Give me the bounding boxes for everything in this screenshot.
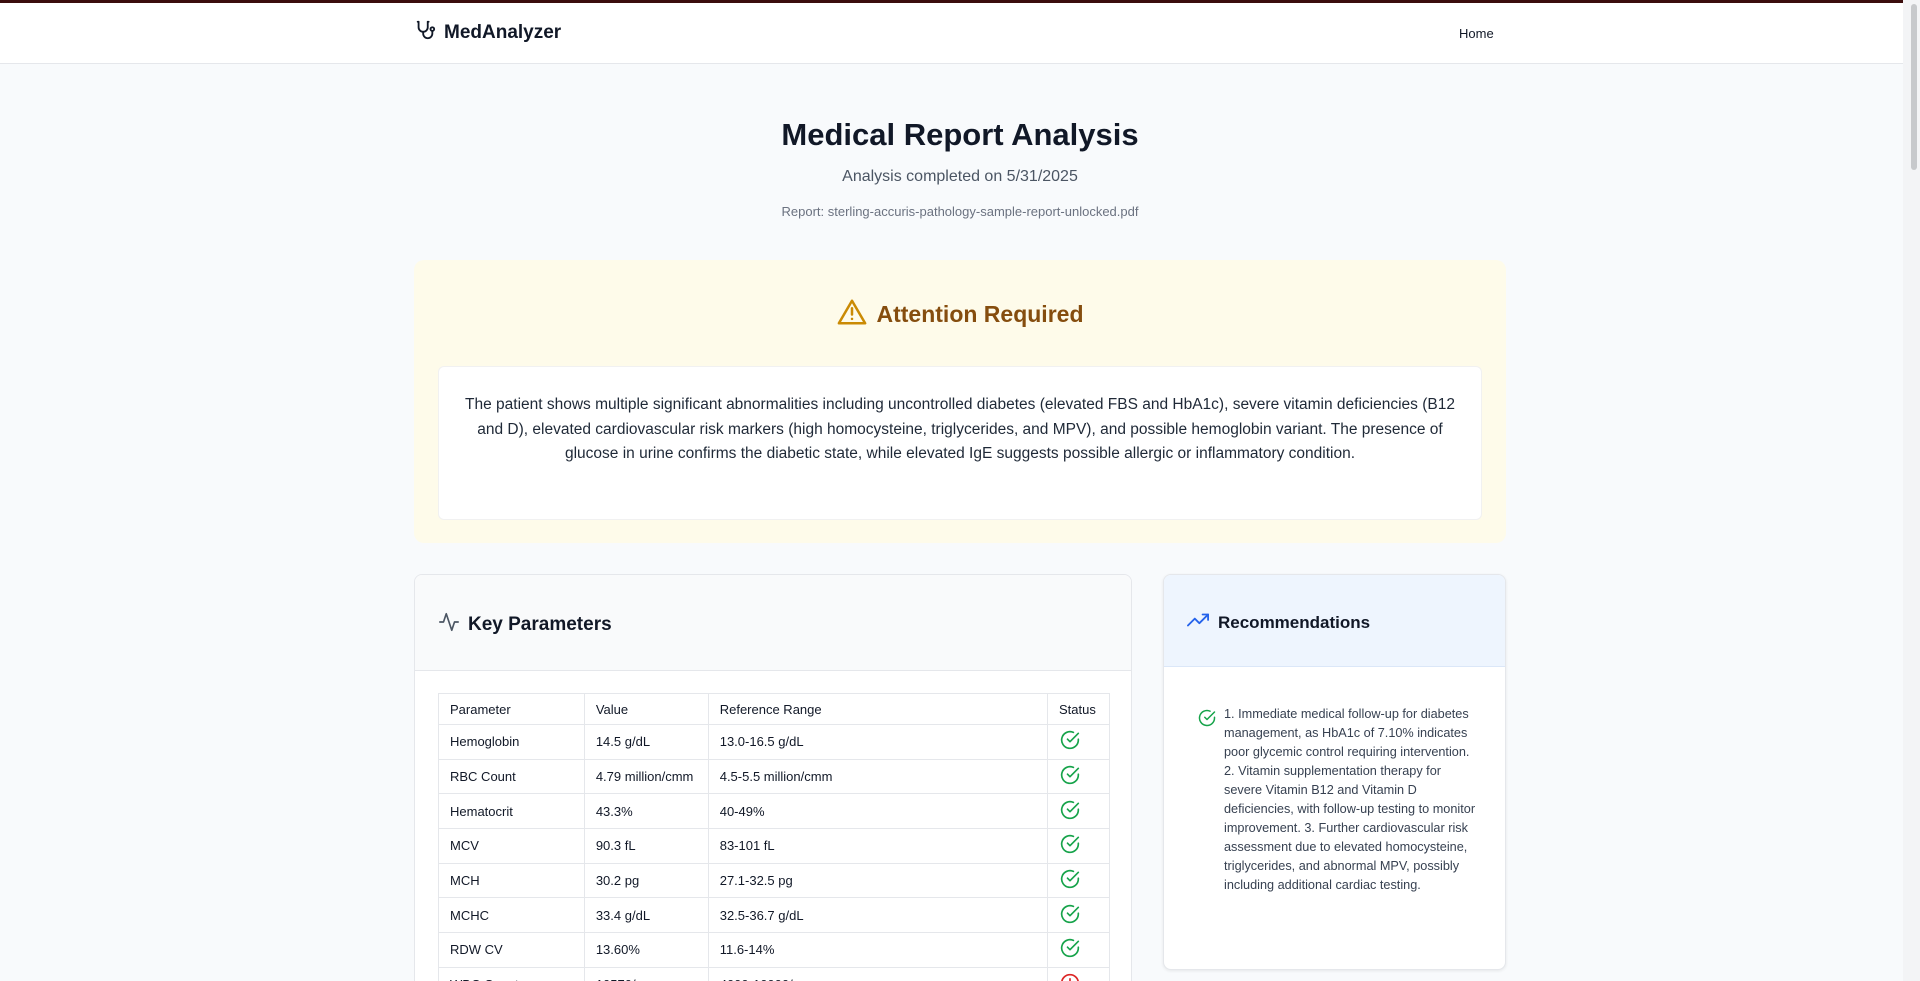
table-row: RDW CV 13.60% 11.6-14% [438,932,1111,968]
report-filename: Report: sterling-accuris-pathology-sampl… [781,204,1139,219]
table-row: MCH 30.2 pg 27.1-32.5 pg [438,862,1111,899]
key-parameters-title: Key Parameters [468,613,612,635]
status-cell [1046,724,1111,760]
status-cell [1046,758,1111,795]
check-circle-icon [1060,765,1080,788]
check-circle-icon [1060,731,1080,753]
reference-range-cell: 11.6-14% [707,932,1048,968]
reference-range-cell: 83-101 fL [707,828,1048,864]
column-header-status: Status [1046,693,1111,725]
recommendation-item: 1. Immediate medical follow-up for diabe… [1198,705,1482,895]
parameter-cell: MCHC [438,897,585,934]
table-row: RBC Count 4.79 million/cmm 4.5-5.5 million… [438,758,1111,795]
reference-range-cell: 13.0-16.5 g/dL [707,724,1048,760]
stethoscope-icon [414,19,436,46]
status-cell [1046,862,1111,899]
value-cell: 90.3 fL [583,828,709,864]
attention-header: Attention Required [414,298,1506,331]
check-circle-icon [1198,709,1216,732]
navbar: MedAnalyzer Home [0,3,1920,64]
check-circle-icon [1060,869,1080,892]
parameter-cell: MCV [438,828,585,864]
parameter-cell: WBC Count [438,966,585,981]
value-cell: 30.2 pg [583,862,709,899]
recommendation-text: 1. Immediate medical follow-up for diabe… [1224,707,1476,892]
reference-range-cell: 40-49% [707,793,1048,830]
value-cell: 14.5 g/dL [583,724,709,760]
parameter-cell: Hematocrit [438,793,585,830]
reference-range-cell: 4000-10000/cmm [707,966,1048,981]
status-cell [1046,828,1111,864]
key-parameters-table: Parameter Value Reference Range Status H… [438,693,1111,981]
check-circle-icon [1060,835,1080,857]
value-cell: 43.3% [583,793,709,830]
status-cell [1046,897,1111,934]
nav-home-link[interactable]: Home [1459,26,1494,41]
page-title: Medical Report Analysis [781,117,1139,152]
check-circle-icon [1060,904,1080,927]
warning-triangle-icon [837,298,867,331]
check-circle-icon [1060,800,1080,823]
table-row: MCHC 33.4 g/dL 32.5-36.7 g/dL [438,897,1111,934]
table-row: WBC Count10570/cmm4000-10000/cmm [438,966,1111,981]
reference-range-cell: 27.1-32.5 pg [707,862,1048,899]
analysis-date: Analysis completed on 5/31/2025 [842,168,1078,185]
parameter-cell: MCH [438,862,585,899]
status-cell [1046,966,1111,981]
recommendations-card: Recommendations 1. Immediate medical fol… [1163,574,1506,970]
column-header-parameter: Parameter [438,693,585,725]
trending-up-icon [1186,609,1210,636]
table-row: Hematocrit 43.3% 40-49% [438,793,1111,830]
attention-card: Attention Required The patient shows mul… [414,260,1506,543]
check-circle-icon [1060,939,1080,961]
brand[interactable]: MedAnalyzer [414,19,561,46]
status-cell [1046,932,1111,968]
value-cell: 13.60% [583,932,709,968]
column-header-value: Value [583,693,709,725]
key-parameters-table-body: Hemoglobin 14.5 g/dL 13.0-16.5 g/dL RBC Cou… [438,724,1111,981]
reference-range-cell: 4.5-5.5 million/cmm [707,758,1048,795]
table-header-row: Parameter Value Reference Range Status [438,693,1111,725]
key-parameters-header: Key Parameters [415,575,1131,671]
table-row: MCV 90.3 fL 83-101 fL [438,828,1111,864]
parameter-cell: RBC Count [438,758,585,795]
column-header-reference-range: Reference Range [707,693,1048,725]
parameter-cell: RDW CV [438,932,585,968]
activity-pulse-icon [438,611,460,638]
recommendations-header: Recommendations [1164,575,1505,667]
parameter-cell: Hemoglobin [438,724,585,760]
value-cell: 4.79 million/cmm [583,758,709,795]
brand-name: MedAnalyzer [444,21,562,43]
reference-range-cell: 32.5-36.7 g/dL [707,897,1048,934]
attention-title: Attention Required [876,301,1084,327]
attention-summary: The patient shows multiple significant a… [438,366,1482,520]
key-parameters-card: Key Parameters Parameter Value Reference… [414,574,1132,981]
recommendations-title: Recommendations [1218,612,1371,632]
table-row: Hemoglobin 14.5 g/dL 13.0-16.5 g/dL [438,724,1111,760]
value-cell: 33.4 g/dL [583,897,709,934]
status-cell [1046,793,1111,830]
value-cell: 10570/cmm [583,966,709,981]
